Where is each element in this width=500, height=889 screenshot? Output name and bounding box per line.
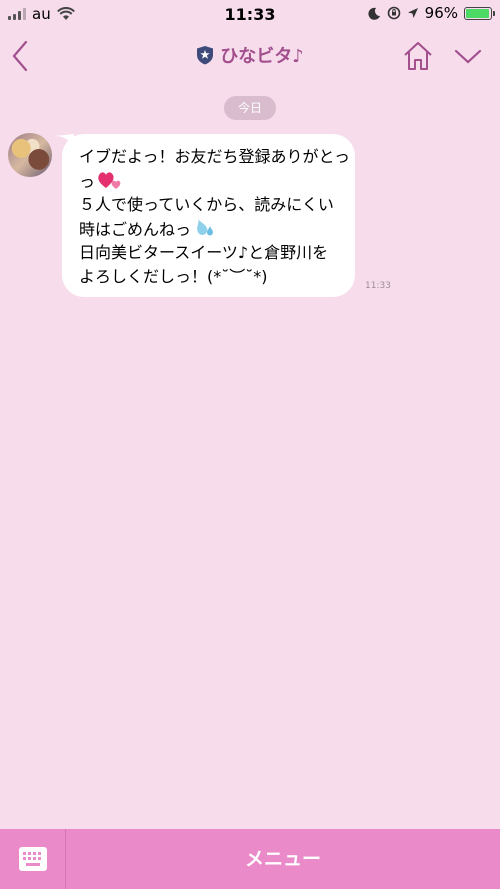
message-line: ５人で使っていくから、読みにくい bbox=[79, 195, 334, 214]
moon-icon bbox=[368, 7, 380, 20]
location-icon bbox=[407, 8, 418, 18]
battery-percent: 96% bbox=[424, 4, 458, 22]
keyboard-toggle-button[interactable] bbox=[0, 829, 66, 889]
status-right: 96% bbox=[368, 4, 495, 22]
hearts-emoji-icon bbox=[98, 171, 121, 189]
message-line: 日向美ビタースイーツ♪と倉野川を bbox=[79, 243, 329, 262]
orientation-lock-icon bbox=[387, 6, 400, 20]
sender-avatar[interactable] bbox=[8, 133, 52, 177]
chat-header: ひなビタ♪ bbox=[0, 28, 500, 84]
message-line: 時はごめんねっ bbox=[79, 217, 339, 242]
message-line: っ bbox=[79, 169, 339, 194]
menu-button[interactable]: メニュー bbox=[66, 829, 500, 889]
sweat-drops-emoji-icon bbox=[197, 219, 214, 235]
battery-icon bbox=[464, 6, 495, 20]
chevron-down-icon[interactable] bbox=[454, 44, 482, 68]
date-separator: 今日 bbox=[224, 96, 276, 120]
shield-star-icon bbox=[197, 46, 214, 65]
chat-title-label: ひなビタ♪ bbox=[220, 46, 304, 67]
bottom-menu-bar: メニュー bbox=[0, 829, 500, 889]
status-bar: au 11:33 96% bbox=[0, 0, 500, 28]
keyboard-icon bbox=[19, 847, 47, 871]
home-icon[interactable] bbox=[402, 40, 434, 72]
message-timestamp: 11:33 bbox=[365, 281, 391, 291]
message-bubble[interactable]: イブだよっ！お友だち登録ありがとっ っ ５人で使っていくから、読みにくい 時はご… bbox=[62, 134, 355, 297]
message-line: イブだよっ！お友だち登録ありがとっ bbox=[79, 147, 351, 166]
message-line: よろしくだしっ！(*˘︶˘*) bbox=[79, 266, 268, 286]
